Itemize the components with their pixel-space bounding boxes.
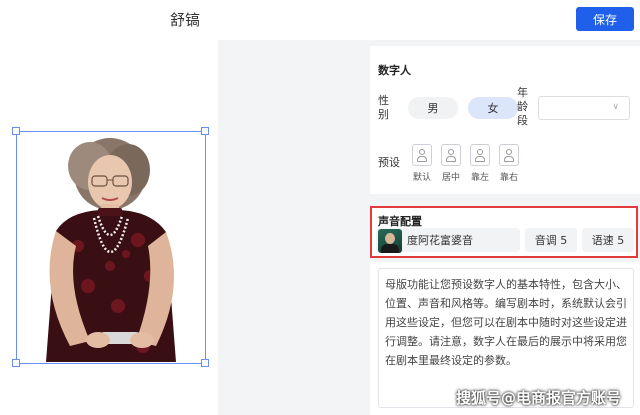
person-icon [477, 149, 483, 155]
preset-center-button[interactable] [441, 144, 461, 166]
save-button[interactable]: 保存 [576, 7, 634, 31]
resize-handle-bottom-right[interactable] [201, 359, 209, 367]
speed-control[interactable]: 语速 5 [582, 228, 634, 252]
top-bar: 舒镐 保存 [0, 0, 640, 40]
preset-right-label: 靠右 [499, 173, 518, 183]
voice-name: 度阿花富婆音 [407, 234, 473, 247]
pitch-label: 音调 5 [534, 234, 568, 247]
gender-male-label: 男 [427, 102, 439, 115]
preset-left-label: 靠左 [470, 173, 489, 183]
page-title: 舒镐 [170, 11, 201, 29]
preset-label: 预设 [378, 156, 400, 169]
speed-label: 语速 5 [591, 234, 625, 247]
canvas-gutter [218, 40, 368, 415]
gender-male-option[interactable]: 男 [408, 97, 458, 119]
gender-female-option[interactable]: 女 [468, 97, 518, 119]
person-icon-body [504, 156, 514, 162]
resize-handle-top-left[interactable] [12, 127, 20, 135]
preset-center-label: 居中 [441, 173, 460, 183]
avatar-suit [381, 244, 399, 253]
preset-default-label: 默认 [412, 173, 431, 183]
person-icon [506, 149, 512, 155]
watermark: 搜狐号@电商报官方账号 [456, 389, 622, 407]
age-select[interactable]: ∨ [538, 96, 630, 120]
person-icon [448, 149, 454, 155]
pitch-control[interactable]: 音调 5 [525, 228, 577, 252]
person-icon-body [417, 156, 427, 162]
preset-right-button[interactable] [499, 144, 519, 166]
person-icon [419, 149, 425, 155]
selection-box[interactable] [16, 131, 206, 364]
avatar-face [385, 233, 395, 244]
person-icon-body [446, 156, 456, 162]
resize-handle-bottom-left[interactable] [12, 359, 20, 367]
preset-default-button[interactable] [412, 144, 432, 166]
gender-label: 性别 [378, 94, 389, 121]
gender-female-label: 女 [487, 102, 499, 115]
chevron-down-icon: ∨ [612, 102, 619, 112]
preset-left-button[interactable] [470, 144, 490, 166]
age-label: 年龄段 [517, 86, 528, 127]
resize-handle-top-right[interactable] [201, 127, 209, 135]
person-icon-body [475, 156, 485, 162]
voice-avatar [378, 229, 402, 253]
section-title-voice: 声音配置 [378, 215, 422, 228]
section-title-digital-human: 数字人 [378, 64, 411, 77]
